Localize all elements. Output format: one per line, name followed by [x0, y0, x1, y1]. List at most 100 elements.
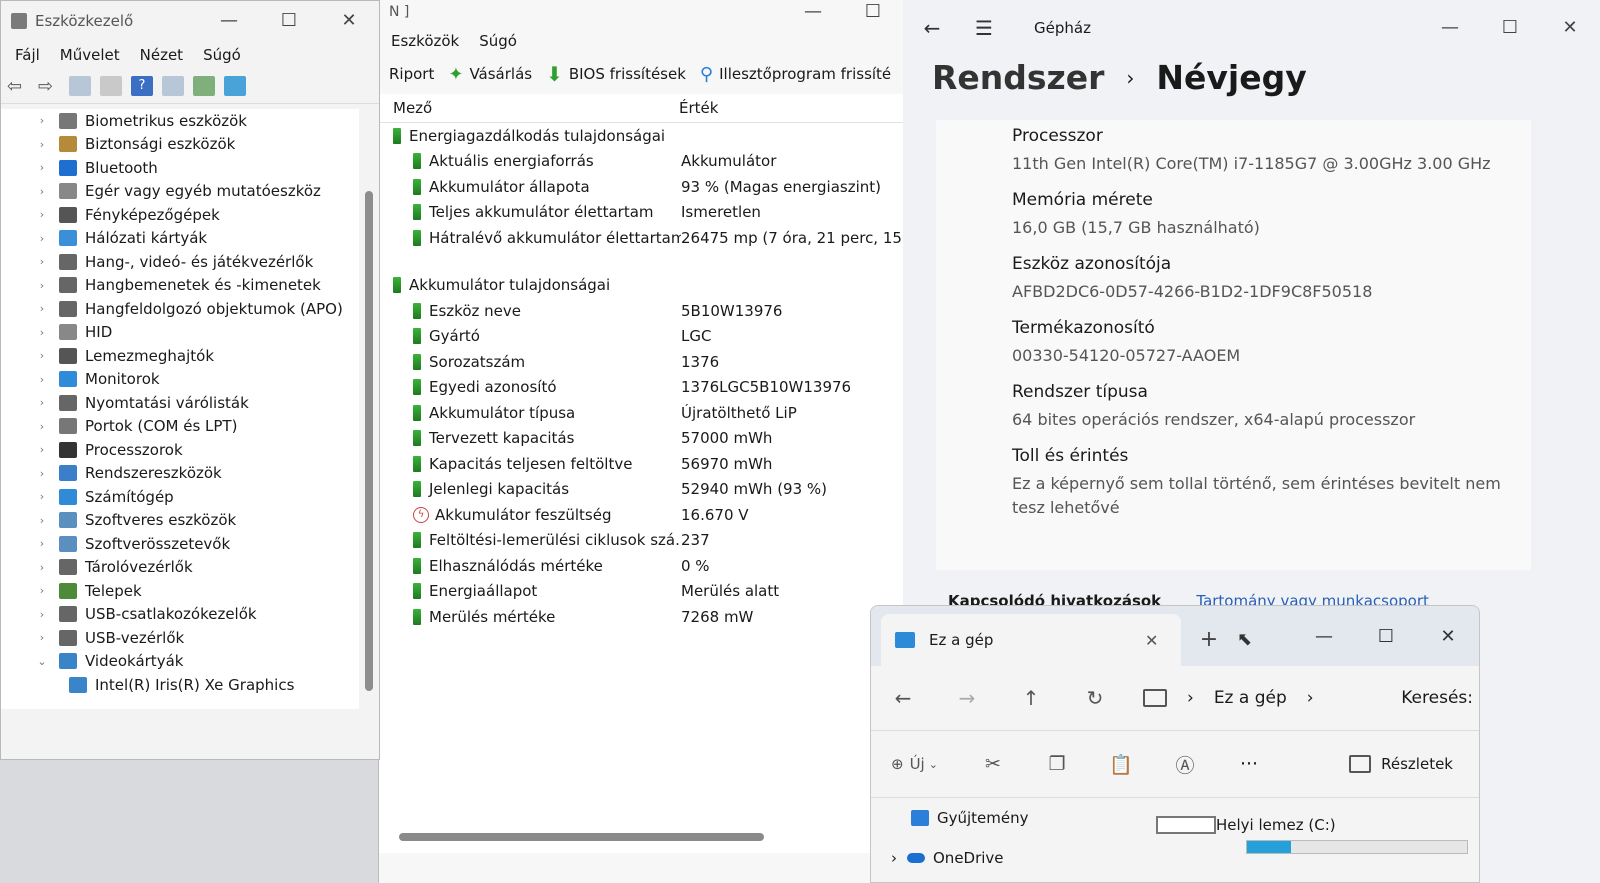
spec-value[interactable]: 00330-54120-05727-AAOEM	[1012, 344, 1531, 376]
forward-arrow-icon[interactable]: →	[935, 686, 999, 710]
minimize-button[interactable]: —	[1293, 626, 1355, 647]
search-box[interactable]: Keresés:	[1401, 688, 1479, 708]
chevron-down-icon[interactable]: ⌄	[35, 655, 49, 668]
chevron-right-icon[interactable]: ›	[35, 608, 49, 621]
menu-tools[interactable]: Eszközök	[391, 32, 459, 50]
chevron-right-icon[interactable]: ›	[35, 420, 49, 433]
tab-this-pc[interactable]: Ez a gép ✕	[881, 614, 1181, 666]
spec-value[interactable]: 16,0 GB (15,7 GB használható)	[1012, 216, 1531, 248]
chevron-right-icon[interactable]: ›	[35, 326, 49, 339]
panel-icon[interactable]	[162, 76, 184, 96]
tree-item[interactable]: ⌄ Videokártyák	[1, 650, 359, 674]
chevron-right-icon[interactable]: ›	[35, 514, 49, 527]
menu-help[interactable]: Súgó	[479, 32, 517, 50]
tree-item[interactable]: › Hang-, videó- és játékvezérlők	[1, 250, 359, 274]
chevron-right-icon[interactable]: ›	[35, 631, 49, 644]
scan-hardware-icon[interactable]	[193, 76, 215, 96]
chevron-right-icon[interactable]: ›	[35, 138, 49, 151]
copy-icon[interactable]: ❐	[1025, 753, 1089, 775]
tree-item[interactable]: › Monitorok	[1, 368, 359, 392]
chevron-right-icon[interactable]: ›	[35, 373, 49, 386]
help-icon[interactable]: ?	[131, 76, 153, 96]
driver-update-button[interactable]: ⚲ Illesztőprogram frissíté	[700, 64, 891, 85]
grid-row[interactable]: Eszköz neve 5B10W13976	[379, 298, 903, 324]
grid-row[interactable]: Kapacitás teljesen feltöltve 56970 mWh	[379, 451, 903, 477]
tree-item[interactable]: › Biometrikus eszközök	[1, 109, 359, 133]
chevron-right-icon[interactable]: ›	[35, 114, 49, 127]
tree-item[interactable]: › Lemezmeghajtók	[1, 344, 359, 368]
tree-item[interactable]: › Processzorok	[1, 438, 359, 462]
grid-row[interactable]: Egyedi azonosító 1376LGC5B10W13976	[379, 375, 903, 401]
chevron-right-icon[interactable]: ›	[35, 302, 49, 315]
chevron-right-icon[interactable]: ›	[35, 396, 49, 409]
tree-item[interactable]: › Szoftveres eszközök	[1, 509, 359, 533]
tree-item[interactable]: › Fényképezőgépek	[1, 203, 359, 227]
tree-item[interactable]: › Tárolóvezérlők	[1, 556, 359, 580]
grid-row[interactable]: Hátralévő akkumulátor élettartam 26475 mp…	[379, 225, 903, 251]
grid-row[interactable]: Akkumulátor állapota 93 % (Magas energias…	[379, 174, 903, 200]
chevron-right-icon[interactable]: ›	[35, 279, 49, 292]
more-options-icon[interactable]: ···	[1217, 753, 1281, 775]
chevron-right-icon[interactable]: ›	[35, 208, 49, 221]
chevron-right-icon[interactable]: ›	[35, 255, 49, 268]
spec-value[interactable]: 64 bites operációs rendszer, x64-alapú p…	[1012, 408, 1531, 440]
nav-item-gallery[interactable]: Gyűjtemény	[911, 798, 1126, 838]
tree-item-graphics-adapter[interactable]: Intel(R) Iris(R) Xe Graphics	[1, 673, 359, 697]
grid-row[interactable]: Energiaállapot Merülés alatt	[379, 579, 903, 605]
grid-row[interactable]: ϟ Akkumulátor feszültség 16.670 V	[379, 502, 903, 528]
column-value[interactable]: Érték	[679, 99, 718, 117]
bios-update-button[interactable]: ⬇ BIOS frissítések	[546, 62, 686, 86]
spec-value[interactable]: Ez a képernyő sem tollal történő, sem ér…	[1012, 472, 1531, 520]
tree-item[interactable]: › Egér vagy egyéb mutatóeszköz	[1, 180, 359, 204]
chevron-right-icon[interactable]: ›	[35, 537, 49, 550]
tree-item[interactable]: › USB-csatlakozókezelők	[1, 603, 359, 627]
tree-item[interactable]: › HID	[1, 321, 359, 345]
minimize-button[interactable]: —	[783, 0, 843, 24]
maximize-button[interactable]: ☐	[1480, 8, 1540, 48]
tree-item[interactable]: › USB-vezérlők	[1, 626, 359, 650]
path-breadcrumb[interactable]: › Ez a gép ›	[1143, 688, 1383, 708]
report-button[interactable]: Riport	[389, 65, 434, 83]
grid-row[interactable]: Jelenlegi kapacitás 52940 mWh (93 %)	[379, 477, 903, 503]
close-button[interactable]: ✕	[1540, 8, 1600, 48]
tree-item[interactable]: › Bluetooth	[1, 156, 359, 180]
tree-item[interactable]: › Hálózati kártyák	[1, 227, 359, 251]
chevron-right-icon[interactable]: ›	[35, 584, 49, 597]
hamburger-menu-icon[interactable]: ☰	[964, 16, 1004, 40]
close-button[interactable]: ✕	[1417, 626, 1479, 647]
grid-row[interactable]: Merülés mértéke 7268 mW	[379, 604, 903, 630]
tree-item[interactable]: › Hangbemenetek és -kimenetek	[1, 274, 359, 298]
chevron-right-icon[interactable]: ›	[35, 561, 49, 574]
maximize-button[interactable]: ☐	[843, 0, 903, 24]
menu-action[interactable]: Művelet	[60, 46, 120, 64]
paste-icon[interactable]: 📋	[1089, 753, 1153, 776]
menu-file[interactable]: Fájl	[15, 46, 40, 64]
menu-view[interactable]: Nézet	[140, 46, 183, 64]
grid-row[interactable]: Tervezett kapacitás 57000 mWh	[379, 426, 903, 452]
grid-row[interactable]: Aktuális energiaforrás Akkumulátor	[379, 149, 903, 175]
grid-row[interactable]: Teljes akkumulátor élettartam Ismeretlen	[379, 200, 903, 226]
up-arrow-icon[interactable]: ↑	[999, 686, 1063, 710]
chevron-right-icon[interactable]: ›	[35, 443, 49, 456]
tree-item[interactable]: › Portok (COM és LPT)	[1, 415, 359, 439]
grid-row[interactable]: Feltöltési-lemerülési ciklusok szá... 237	[379, 528, 903, 554]
tree-item[interactable]: › Biztonsági eszközök	[1, 133, 359, 157]
grid-row[interactable]: Elhasználódás mértéke 0 %	[379, 553, 903, 579]
refresh-icon[interactable]: ↻	[1063, 686, 1127, 710]
path-segment[interactable]: Ez a gép	[1214, 688, 1287, 708]
chevron-right-icon[interactable]: ›	[35, 185, 49, 198]
spec-value[interactable]: AFBD2DC6-0D57-4266-B1D2-1DF9C8F50518	[1012, 280, 1531, 312]
tree-item[interactable]: › Számítógép	[1, 485, 359, 509]
grid-row[interactable]: Akkumulátor típusa Újratölthető LiP	[379, 400, 903, 426]
tree-item[interactable]: › Nyomtatási várólisták	[1, 391, 359, 415]
column-field[interactable]: Mező	[379, 99, 679, 117]
maximize-button[interactable]: ☐	[1355, 626, 1417, 647]
details-button[interactable]: Részletek	[1349, 755, 1453, 773]
chevron-right-icon[interactable]: ›	[35, 161, 49, 174]
monitor-icon[interactable]	[224, 76, 246, 96]
close-tab-icon[interactable]: ✕	[1145, 631, 1181, 650]
horizontal-scrollbar[interactable]	[399, 833, 764, 841]
forward-arrow-icon[interactable]: ⇨	[38, 76, 60, 97]
chevron-right-icon[interactable]: ›	[35, 232, 49, 245]
tree-scrollbar[interactable]	[365, 191, 373, 691]
